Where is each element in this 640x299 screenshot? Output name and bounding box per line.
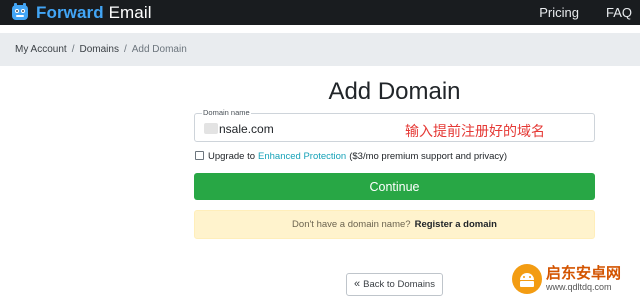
upgrade-prefix: Upgrade to — [208, 151, 256, 162]
upgrade-option: Upgrade to Enhanced Protection ($3/mo pr… — [195, 151, 507, 162]
register-domain-notice: Don't have a domain name? Register a dom… — [194, 210, 595, 239]
redacted-text — [204, 123, 218, 134]
enhanced-protection-link[interactable]: Enhanced Protection — [258, 151, 346, 162]
forward-email-mascot-icon — [10, 2, 30, 23]
notice-text: Don't have a domain name? — [292, 219, 411, 230]
watermark-text: 启东安卓网 www.qdltdq.com — [546, 263, 622, 293]
breadcrumb-separator: / — [71, 44, 75, 55]
continue-button[interactable]: Continue — [194, 173, 595, 200]
back-to-domains-label: Back to Domains — [363, 279, 435, 290]
brand-forward: Forward — [36, 3, 104, 22]
domain-name-text: nsale.com — [219, 122, 274, 136]
android-logo-icon — [512, 263, 542, 294]
upgrade-checkbox[interactable] — [195, 151, 204, 160]
double-chevron-left-icon: « — [354, 278, 361, 290]
breadcrumb-separator: / — [123, 44, 127, 55]
annotation-text: 输入提前注册好的域名 — [405, 124, 545, 140]
back-to-domains-button[interactable]: « Back to Domains — [346, 273, 443, 296]
watermark-url: www.qdltdq.com — [546, 281, 612, 292]
breadcrumb-my-account[interactable]: My Account — [15, 44, 67, 55]
nav-link-faq[interactable]: FAQ — [606, 0, 632, 25]
page-title: Add Domain — [328, 78, 461, 105]
register-domain-link[interactable]: Register a domain — [415, 219, 497, 230]
watermark: 启东安卓网 www.qdltdq.com — [512, 258, 640, 299]
domain-name-value: nsale.com — [204, 122, 274, 136]
breadcrumb: My Account / Domains / Add Domain — [0, 33, 640, 66]
breadcrumb-current: Add Domain — [131, 44, 187, 55]
top-navbar: Forward Email Pricing FAQ — [0, 0, 640, 25]
nav-links: Pricing FAQ — [512, 0, 632, 25]
page: Forward Email Pricing FAQ My Account / D… — [0, 0, 640, 299]
brand[interactable]: Forward Email — [10, 0, 152, 25]
domain-name-input[interactable]: Domain name nsale.com 输入提前注册好的域名 — [194, 108, 595, 142]
domain-name-label: Domain name — [202, 108, 251, 117]
brand-email: Email — [108, 3, 152, 22]
nav-link-pricing[interactable]: Pricing — [539, 0, 579, 25]
watermark-title: 启东安卓网 — [546, 263, 622, 282]
breadcrumb-domains[interactable]: Domains — [79, 44, 118, 55]
upgrade-suffix: ($3/mo premium support and privacy) — [349, 151, 508, 162]
brand-name: Forward Email — [36, 0, 152, 25]
